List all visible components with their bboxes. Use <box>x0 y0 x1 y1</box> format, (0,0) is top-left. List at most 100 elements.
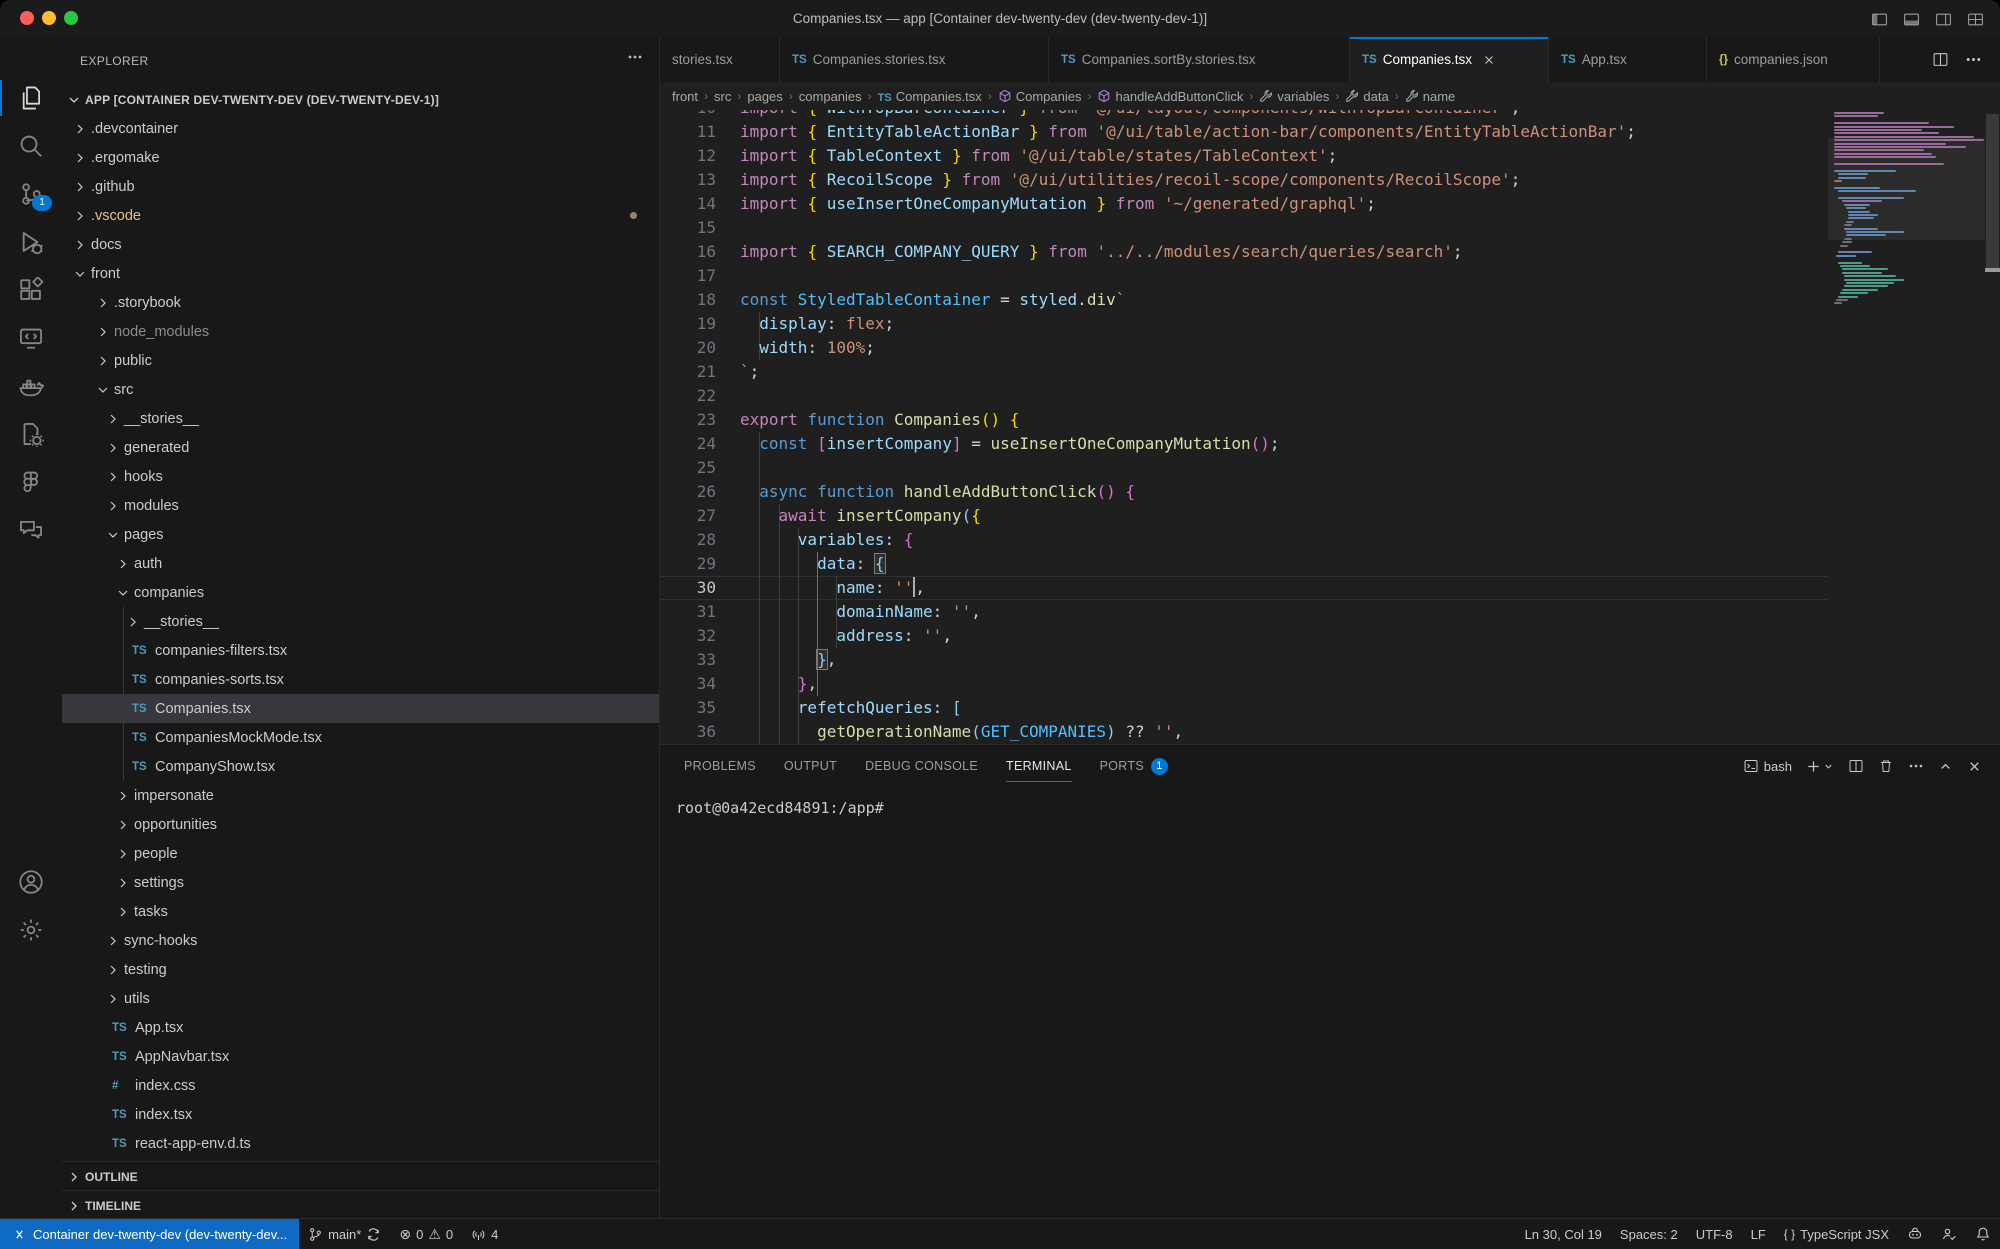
tree-folder-impersonate[interactable]: impersonate <box>62 781 659 810</box>
tree-file-companies-sorts.tsx[interactable]: TScompanies-sorts.tsx <box>62 665 659 694</box>
tree-file-index.tsx[interactable]: TSindex.tsx <box>62 1100 659 1129</box>
activity-docker-icon[interactable] <box>0 362 62 410</box>
activity-comments-icon[interactable] <box>0 506 62 554</box>
explorer-section-header[interactable]: APP [CONTAINER DEV-TWENTY-DEV (DEV-TWENT… <box>66 85 659 114</box>
tab-App.tsx[interactable]: TSApp.tsx <box>1549 37 1707 82</box>
tree-folder-modules[interactable]: modules <box>62 491 659 520</box>
breadcrumb-item-handleAddButtonClick[interactable]: handleAddButtonClick <box>1097 89 1243 104</box>
tree-folder-people[interactable]: people <box>62 839 659 868</box>
tree-folder-__stories__[interactable]: __stories__ <box>62 404 659 433</box>
problems-item[interactable]: ⊗ 0 ⚠ 0 <box>390 1219 462 1249</box>
tree-folder-docs[interactable]: docs <box>62 230 659 259</box>
breadcrumb[interactable]: front›src›pages›companies›TSCompanies.ts… <box>660 82 2000 110</box>
tree-file-App.tsx[interactable]: TSApp.tsx <box>62 1013 659 1042</box>
timeline-section[interactable]: TIMELINE <box>62 1190 659 1219</box>
tree-file-companies-filters.tsx[interactable]: TScompanies-filters.tsx <box>62 636 659 665</box>
editor-scrollbar[interactable] <box>1985 110 2000 744</box>
terminal-output[interactable]: root@0a42ecd84891:/app# <box>676 799 884 817</box>
tree-folder-auth[interactable]: auth <box>62 549 659 578</box>
tree-folder-hooks[interactable]: hooks <box>62 462 659 491</box>
breadcrumb-item-companies[interactable]: companies <box>799 89 862 104</box>
tree-folder-__stories__[interactable]: __stories__ <box>62 607 659 636</box>
tree-file-index.css[interactable]: #index.css <box>62 1071 659 1100</box>
language-mode-item[interactable]: { } TypeScript JSX <box>1775 1219 1898 1249</box>
split-editor-icon[interactable] <box>1932 51 1949 68</box>
activity-dev-container-config-icon[interactable] <box>0 410 62 458</box>
close-tab-icon[interactable] <box>1482 53 1496 67</box>
remote-indicator[interactable]: Container dev-twenty-dev (dev-twenty-dev… <box>0 1219 299 1249</box>
tree-folder-settings[interactable]: settings <box>62 868 659 897</box>
tab-companies.json[interactable]: {}companies.json <box>1707 37 1880 82</box>
breadcrumb-item-data[interactable]: data <box>1345 89 1388 104</box>
toggle-secondary-sidebar-icon[interactable] <box>1932 8 1954 30</box>
activity-extensions-icon[interactable] <box>0 266 62 314</box>
tree-folder-testing[interactable]: testing <box>62 955 659 984</box>
eol-item[interactable]: LF <box>1742 1219 1775 1249</box>
new-terminal-icon[interactable] <box>1806 759 1834 774</box>
tree-file-react-app-env.d.ts[interactable]: TSreact-app-env.d.ts <box>62 1129 659 1158</box>
minimap[interactable] <box>1828 110 1985 744</box>
sync-icon[interactable] <box>366 1227 381 1242</box>
copilot-item[interactable] <box>1898 1219 1932 1249</box>
tree-file-CompaniesMockMode.tsx[interactable]: TSCompaniesMockMode.tsx <box>62 723 659 752</box>
notifications-bell-icon[interactable] <box>1966 1219 2000 1249</box>
panel-more-actions-icon[interactable] <box>1908 758 1924 774</box>
explorer-more-actions-icon[interactable] <box>627 49 643 65</box>
git-branch-item[interactable]: main* <box>299 1219 390 1249</box>
tab-Companies.sortBy.stories.tsx[interactable]: TSCompanies.sortBy.stories.tsx <box>1049 37 1350 82</box>
customize-layout-icon[interactable] <box>1964 8 1986 30</box>
activity-search-icon[interactable] <box>0 122 62 170</box>
activity-remote-explorer-icon[interactable] <box>0 314 62 362</box>
indentation-item[interactable]: Spaces: 2 <box>1611 1219 1687 1249</box>
tree-folder-companies[interactable]: companies <box>62 578 659 607</box>
ports-item[interactable]: 4 <box>462 1219 507 1249</box>
feedback-item[interactable] <box>1932 1219 1966 1249</box>
maximize-panel-icon[interactable] <box>1938 759 1953 774</box>
tree-folder-.vscode[interactable]: .vscode <box>62 201 659 230</box>
panel-tab-ports[interactable]: PORTS1 <box>1090 745 1178 787</box>
tree-folder-front[interactable]: front <box>62 259 659 288</box>
toggle-panel-icon[interactable] <box>1900 8 1922 30</box>
panel-tab-debug-console[interactable]: DEBUG CONSOLE <box>855 745 988 787</box>
tree-folder-.devcontainer[interactable]: .devcontainer <box>62 114 659 143</box>
tab-Companies.tsx[interactable]: TSCompanies.tsx <box>1350 37 1549 82</box>
tree-folder-pages[interactable]: pages <box>62 520 659 549</box>
tree-folder-utils[interactable]: utils <box>62 984 659 1013</box>
tree-folder-opportunities[interactable]: opportunities <box>62 810 659 839</box>
panel-tab-problems[interactable]: PROBLEMS <box>674 745 766 787</box>
breadcrumb-item-variables[interactable]: variables <box>1259 89 1329 104</box>
activity-settings-gear-icon[interactable] <box>0 906 62 954</box>
breadcrumb-item-name[interactable]: name <box>1405 89 1456 104</box>
activity-source-control-icon[interactable]: 1 <box>0 170 62 218</box>
breadcrumb-item-Companies[interactable]: Companies <box>998 89 1082 104</box>
toggle-sidebar-icon[interactable] <box>1868 8 1890 30</box>
panel-tab-output[interactable]: OUTPUT <box>774 745 847 787</box>
activity-account-icon[interactable] <box>0 858 62 906</box>
tree-folder-src[interactable]: src <box>62 375 659 404</box>
tree-folder-public[interactable]: public <box>62 346 659 375</box>
breadcrumb-item-front[interactable]: front <box>672 89 698 104</box>
tree-file-CompanyShow.tsx[interactable]: TSCompanyShow.tsx <box>62 752 659 781</box>
breadcrumb-item-pages[interactable]: pages <box>747 89 782 104</box>
tree-folder-sync-hooks[interactable]: sync-hooks <box>62 926 659 955</box>
tab-Companies.stories.tsx[interactable]: TSCompanies.stories.tsx <box>780 37 1049 82</box>
activity-files-icon[interactable] <box>0 74 62 122</box>
tree-file-Companies.tsx[interactable]: TSCompanies.tsx <box>62 694 659 723</box>
tree-folder-.ergomake[interactable]: .ergomake <box>62 143 659 172</box>
activity-run-debug-icon[interactable] <box>0 218 62 266</box>
outline-section[interactable]: OUTLINE <box>62 1161 659 1191</box>
cursor-position-item[interactable]: Ln 30, Col 19 <box>1516 1219 1611 1249</box>
terminal-shell-item[interactable]: bash <box>1743 758 1792 774</box>
breadcrumb-item-src[interactable]: src <box>714 89 731 104</box>
encoding-item[interactable]: UTF-8 <box>1687 1219 1742 1249</box>
close-panel-icon[interactable] <box>1967 759 1982 774</box>
scrollbar-thumb[interactable] <box>1986 114 1999 269</box>
tree-folder-tasks[interactable]: tasks <box>62 897 659 926</box>
code-editor[interactable]: 10import { WithTopBarContainer } from '@… <box>660 110 2000 744</box>
tree-folder-.github[interactable]: .github <box>62 172 659 201</box>
tree-folder-generated[interactable]: generated <box>62 433 659 462</box>
breadcrumb-item-Companies.tsx[interactable]: TSCompanies.tsx <box>878 89 982 104</box>
tree-file-AppNavbar.tsx[interactable]: TSAppNavbar.tsx <box>62 1042 659 1071</box>
tree-folder-node_modules[interactable]: node_modules <box>62 317 659 346</box>
panel-tab-terminal[interactable]: TERMINAL <box>996 745 1082 787</box>
